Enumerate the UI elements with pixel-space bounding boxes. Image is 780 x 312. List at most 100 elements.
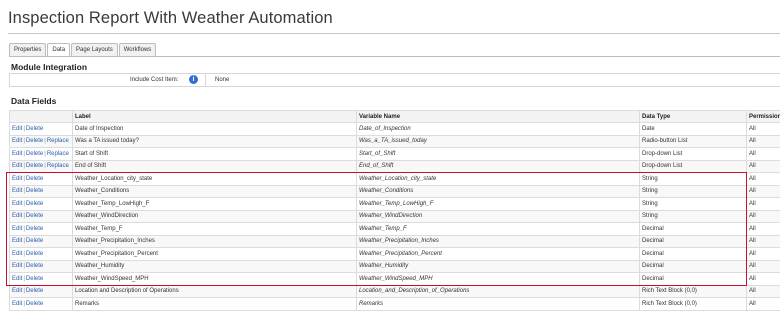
column-header-permission[interactable]: Permission xyxy=(746,110,780,123)
edit-link[interactable]: Edit xyxy=(12,276,22,282)
data-type-cell: Decimal xyxy=(639,272,747,286)
data-type-cell: Date xyxy=(639,122,747,136)
variable-name-cell: Location_and_Description_of_Operations xyxy=(356,284,640,298)
delete-link[interactable]: Delete xyxy=(26,226,43,232)
variable-name-cell: Weather_Precipitation_Inches xyxy=(356,234,640,248)
field-label-cell: End of Shift xyxy=(72,159,357,173)
field-label-cell: Weather_Conditions xyxy=(72,184,357,198)
edit-link[interactable]: Edit xyxy=(12,188,22,194)
edit-link[interactable]: Edit xyxy=(12,238,22,244)
data-type-cell: Radio-button List xyxy=(639,134,747,148)
module-integration-row: Include Cost Item: i None xyxy=(9,73,780,87)
table-row: Edit|Delete|Replace Was a TA issued today… xyxy=(9,134,780,148)
permission-cell: All xyxy=(746,272,780,286)
column-header-label[interactable]: Label xyxy=(72,110,357,123)
permission-cell: All xyxy=(746,197,780,211)
table-row: Edit|Delete Weather_WindDirection Weather_… xyxy=(9,209,780,223)
delete-link[interactable]: Delete xyxy=(26,276,43,282)
data-type-cell: Decimal xyxy=(639,247,747,261)
table-row: Edit|Delete|Replace End of Shift End_of_Sh… xyxy=(9,159,780,173)
info-icon[interactable]: i xyxy=(189,75,198,84)
permission-cell: All xyxy=(746,259,780,273)
table-row: Edit|Delete|Replace Start of Shift Start_o… xyxy=(9,147,780,161)
delete-link[interactable]: Delete xyxy=(26,163,43,169)
variable-name-cell: Weather_Temp_F xyxy=(356,222,640,236)
tab-workflows[interactable]: Workflows xyxy=(118,43,157,56)
row-actions: Edit|Delete xyxy=(9,272,73,286)
field-label-cell: Weather_Temp_LowHigh_F xyxy=(72,197,357,211)
row-actions: Edit|Delete xyxy=(9,297,73,311)
edit-link[interactable]: Edit xyxy=(12,288,22,294)
row-actions: Edit|Delete xyxy=(9,184,73,198)
column-header-data-type[interactable]: Data Type xyxy=(639,110,747,123)
tab-bar: Properties Data Page Layouts Workflows xyxy=(9,43,157,57)
delete-link[interactable]: Delete xyxy=(26,138,43,144)
permission-cell: All xyxy=(746,184,780,198)
edit-link[interactable]: Edit xyxy=(12,176,22,182)
tab-properties[interactable]: Properties xyxy=(9,43,47,56)
delete-link[interactable]: Delete xyxy=(26,251,43,257)
page-title: Inspection Report With Weather Automatio… xyxy=(8,9,333,27)
variable-name-cell: Weather_WindDirection xyxy=(356,209,640,223)
delete-link[interactable]: Delete xyxy=(26,288,43,294)
delete-link[interactable]: Delete xyxy=(26,301,43,307)
permission-cell: All xyxy=(746,172,780,186)
delete-link[interactable]: Delete xyxy=(26,213,43,219)
edit-link[interactable]: Edit xyxy=(12,138,22,144)
delete-link[interactable]: Delete xyxy=(26,263,43,269)
edit-link[interactable]: Edit xyxy=(12,226,22,232)
edit-link[interactable]: Edit xyxy=(12,251,22,257)
permission-cell: All xyxy=(746,209,780,223)
permission-cell: All xyxy=(746,134,780,148)
tab-data[interactable]: Data xyxy=(47,43,71,57)
variable-name-cell: Date_of_Inspection xyxy=(356,122,640,136)
delete-link[interactable]: Delete xyxy=(26,238,43,244)
field-label-cell: Weather_Humidity xyxy=(72,259,357,273)
field-label-cell: Remarks xyxy=(72,297,357,311)
row-actions: Edit|Delete xyxy=(9,259,73,273)
delete-link[interactable]: Delete xyxy=(26,176,43,182)
edit-link[interactable]: Edit xyxy=(12,151,22,157)
delete-link[interactable]: Delete xyxy=(26,126,43,132)
field-label-cell: Weather_Temp_F xyxy=(72,222,357,236)
field-label-cell: Weather_Precipitation_Percent xyxy=(72,247,357,261)
delete-link[interactable]: Delete xyxy=(26,201,43,207)
data-type-cell: Decimal xyxy=(639,234,747,248)
data-type-cell: String xyxy=(639,209,747,223)
row-actions: Edit|Delete xyxy=(9,122,73,136)
replace-link[interactable]: Replace xyxy=(47,151,69,157)
data-type-cell: Drop-down List xyxy=(639,147,747,161)
tab-page-layouts[interactable]: Page Layouts xyxy=(71,43,118,56)
edit-link[interactable]: Edit xyxy=(12,213,22,219)
row-actions: Edit|Delete|Replace xyxy=(9,147,73,161)
replace-link[interactable]: Replace xyxy=(47,138,69,144)
edit-link[interactable]: Edit xyxy=(12,301,22,307)
table-row: Edit|Delete Weather_Conditions Weather_Con… xyxy=(9,184,780,198)
delete-link[interactable]: Delete xyxy=(26,188,43,194)
permission-cell: All xyxy=(746,159,780,173)
delete-link[interactable]: Delete xyxy=(26,151,43,157)
table-row: Edit|Delete Location and Description of O… xyxy=(9,284,780,298)
data-type-cell: String xyxy=(639,197,747,211)
table-row: Edit|Delete Weather_Precipitation_Inches W… xyxy=(9,234,780,248)
field-label-cell: Was a TA issued today? xyxy=(72,134,357,148)
field-label-cell: Weather_Location_city_state xyxy=(72,172,357,186)
column-divider xyxy=(205,74,206,86)
table-row: Edit|Delete Remarks Remarks Rich Text Block… xyxy=(9,297,780,311)
data-fields-heading: Data Fields xyxy=(11,96,57,106)
row-actions: Edit|Delete|Replace xyxy=(9,159,73,173)
column-header-variable-name[interactable]: Variable Name xyxy=(356,110,640,123)
data-type-cell: Decimal xyxy=(639,222,747,236)
variable-name-cell: Weather_Humidity xyxy=(356,259,640,273)
variable-name-cell: End_of_Shift xyxy=(356,159,640,173)
permission-cell: All xyxy=(746,222,780,236)
field-label-cell: Date of Inspection xyxy=(72,122,357,136)
edit-link[interactable]: Edit xyxy=(12,126,22,132)
replace-link[interactable]: Replace xyxy=(47,163,69,169)
edit-link[interactable]: Edit xyxy=(12,201,22,207)
variable-name-cell: Remarks xyxy=(356,297,640,311)
row-actions: Edit|Delete xyxy=(9,209,73,223)
permission-cell: All xyxy=(746,284,780,298)
edit-link[interactable]: Edit xyxy=(12,163,22,169)
edit-link[interactable]: Edit xyxy=(12,263,22,269)
